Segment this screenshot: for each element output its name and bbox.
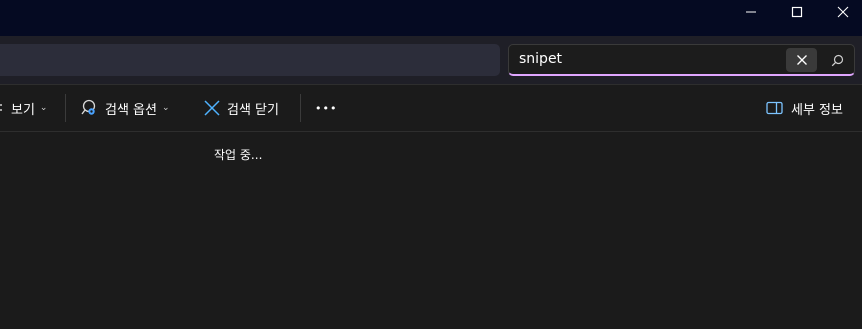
search-button[interactable] xyxy=(823,48,851,72)
command-bar: 보기 ⌄ 검색 옵션 ⌄ 검색 닫기 ••• 세부 정보 xyxy=(0,85,862,131)
maximize-icon xyxy=(791,6,803,18)
more-icon: ••• xyxy=(315,101,338,115)
chevron-down-icon: ⌄ xyxy=(39,103,48,113)
close-search-icon xyxy=(204,100,220,116)
search-options-label: 검색 옵션 xyxy=(105,102,157,118)
close-search-label: 검색 닫기 xyxy=(227,102,279,118)
view-label: 보기 xyxy=(11,102,35,118)
status-text: 작업 중... xyxy=(214,148,263,162)
address-row: snipet xyxy=(0,36,862,84)
minimize-icon xyxy=(746,11,756,13)
clear-icon xyxy=(796,55,807,65)
close-button[interactable] xyxy=(820,0,862,24)
clear-search-button[interactable] xyxy=(786,48,817,72)
maximize-button[interactable] xyxy=(774,0,820,24)
view-icon xyxy=(0,104,2,111)
title-bar xyxy=(0,0,862,36)
divider xyxy=(0,131,862,132)
minimize-button[interactable] xyxy=(728,0,774,24)
search-box[interactable]: snipet xyxy=(508,44,855,76)
search-input[interactable]: snipet xyxy=(519,51,562,67)
search-options-button[interactable]: 검색 옵션 ⌄ xyxy=(80,85,170,131)
toolbar-separator xyxy=(65,94,66,122)
toolbar-separator xyxy=(300,94,301,122)
view-button[interactable]: 보기 ⌄ xyxy=(0,85,47,131)
address-bar[interactable] xyxy=(0,44,500,76)
more-options-button[interactable]: ••• xyxy=(315,85,337,131)
search-options-icon xyxy=(81,99,96,115)
details-pane-button[interactable]: 세부 정보 xyxy=(766,85,843,131)
chevron-down-icon: ⌄ xyxy=(161,103,170,113)
details-pane-icon xyxy=(766,101,783,115)
close-search-button[interactable]: 검색 닫기 xyxy=(204,85,279,131)
search-icon xyxy=(831,54,843,66)
close-icon xyxy=(837,6,849,18)
details-label: 세부 정보 xyxy=(791,102,843,118)
